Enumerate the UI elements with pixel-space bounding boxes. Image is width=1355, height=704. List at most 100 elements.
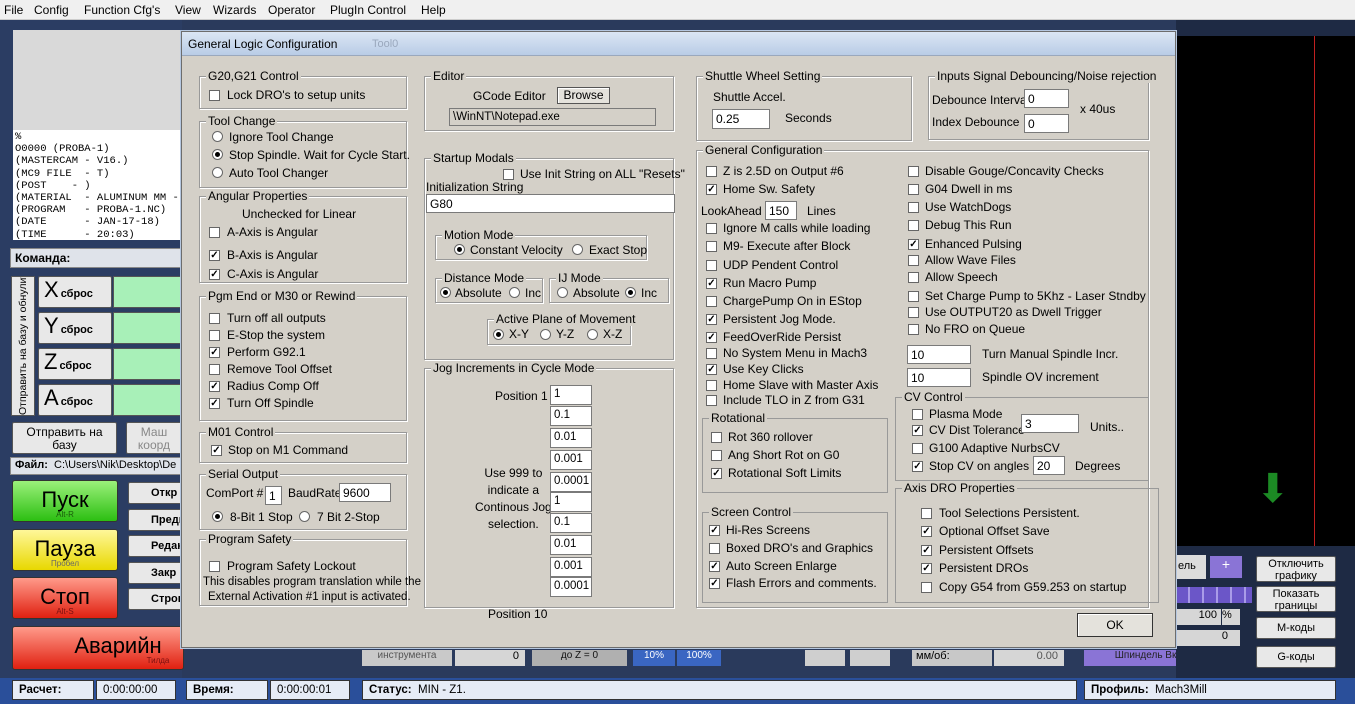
show-bounds-button[interactable]: Показать границы [1256, 586, 1336, 612]
g-codes-button[interactable]: G-коды [1256, 646, 1336, 668]
screen-control-checkbox[interactable]: ✓ [709, 561, 720, 572]
shuttle-accel-input[interactable]: 0.25 [712, 109, 770, 129]
general-option-checkbox[interactable]: ✓ [706, 314, 717, 325]
pause-button[interactable]: Пауза Пробел [12, 529, 118, 571]
general-option-checkbox[interactable]: ✓ [706, 332, 717, 343]
turn-manual-input[interactable]: 10 [907, 345, 971, 364]
angular-axis-checkbox[interactable]: ✓ [209, 269, 220, 280]
lock-dros-checkbox[interactable] [209, 90, 220, 101]
comport-input[interactable]: 1 [265, 486, 282, 505]
constant-velocity-radio[interactable] [454, 244, 465, 255]
browse-button[interactable]: Browse [557, 87, 610, 104]
general-option-checkbox[interactable] [908, 291, 919, 302]
screen-control-checkbox[interactable]: ✓ [709, 525, 720, 536]
general-option-checkbox[interactable] [706, 223, 717, 234]
jog-increment-input[interactable]: 1 [550, 492, 592, 512]
general-option-checkbox[interactable] [706, 296, 717, 307]
jog-increment-input[interactable]: 0.1 [550, 513, 592, 533]
screen-control-checkbox[interactable] [709, 543, 720, 554]
general-option-checkbox[interactable] [908, 272, 919, 283]
pgm-end-checkbox[interactable] [209, 364, 220, 375]
reset-axis-button[interactable]: Yсброс [38, 312, 112, 344]
jog-increment-input[interactable]: 1 [550, 385, 592, 405]
dialog-titlebar[interactable]: General Logic Configuration Tool0 [182, 32, 1175, 56]
reset-axis-button[interactable]: Aсброс [38, 384, 112, 416]
general-option-checkbox[interactable] [706, 260, 717, 271]
jog-increment-input[interactable]: 0.01 [550, 428, 592, 448]
emergency-button[interactable]: Аварийн Тилда [12, 626, 184, 670]
lookahead-input[interactable]: 150 [765, 201, 797, 220]
menu-wizards[interactable]: Wizards [213, 3, 256, 17]
program-button[interactable]: Преды [128, 508, 184, 531]
editor-path-field[interactable]: \WinNT\Notepad.exe [449, 108, 656, 126]
feed-100-button[interactable]: 100% [677, 650, 721, 666]
axis-dro-checkbox[interactable]: ✓ [921, 526, 932, 537]
cv-dist-input[interactable]: 3 [1021, 414, 1079, 433]
plasma-checkbox[interactable] [912, 409, 923, 420]
general-option-checkbox[interactable] [706, 348, 717, 359]
index-debounce-input[interactable]: 0 [1024, 114, 1069, 133]
program-button[interactable]: Строка [128, 588, 184, 610]
general-option-checkbox[interactable]: ✓ [706, 184, 717, 195]
jog-down-button[interactable] [805, 650, 845, 666]
stop-cv-input[interactable]: 20 [1033, 456, 1065, 475]
rotational-checkbox[interactable] [711, 432, 722, 443]
general-option-checkbox[interactable] [908, 324, 919, 335]
jog-down-button-2[interactable] [850, 650, 890, 666]
start-button[interactable]: Пуск Alt-R [12, 480, 118, 522]
general-option-checkbox[interactable] [706, 241, 717, 252]
reset-axis-button[interactable]: Xсброс [38, 276, 112, 308]
general-option-checkbox[interactable] [908, 166, 919, 177]
safety-lockout-checkbox[interactable] [209, 561, 220, 572]
jog-increment-input[interactable]: 0.0001 [550, 577, 592, 597]
angular-axis-checkbox[interactable]: ✓ [209, 250, 220, 261]
ok-button[interactable]: OK [1077, 613, 1153, 637]
tool-change-auto-radio[interactable] [212, 167, 223, 178]
plus-button[interactable]: + [1210, 556, 1242, 578]
8bit-radio[interactable] [212, 511, 223, 522]
gcode-listing[interactable]: % O0000 (PROBA-1) (MASTERCAM - V16.) (MC9 F… [13, 130, 183, 240]
stop-button[interactable]: Стоп Alt-S [12, 577, 118, 619]
disable-graphics-button[interactable]: Отключить графику [1256, 556, 1336, 582]
general-option-checkbox[interactable]: ✓ [706, 278, 717, 289]
general-option-checkbox[interactable] [908, 220, 919, 231]
jog-increment-input[interactable]: 0.1 [550, 406, 592, 426]
program-button[interactable]: Закр [128, 561, 184, 584]
general-option-checkbox[interactable] [908, 184, 919, 195]
machine-coords-button[interactable]: Маш коорд [126, 422, 182, 454]
general-option-checkbox[interactable] [706, 166, 717, 177]
axis-dro-checkbox[interactable]: ✓ [921, 545, 932, 556]
menu-config[interactable]: Config [34, 3, 69, 17]
ref-all-home-button[interactable]: Отправить на базу и обнулить [11, 276, 35, 416]
angular-axis-checkbox[interactable] [209, 227, 220, 238]
pgm-end-checkbox[interactable] [209, 330, 220, 341]
jog-increment-input[interactable]: 0.001 [550, 557, 592, 577]
distance-absolute-radio[interactable] [440, 287, 451, 298]
jog-increment-input[interactable]: 0.0001 [550, 472, 592, 492]
pgm-end-checkbox[interactable] [209, 313, 220, 324]
axis-dro-checkbox[interactable]: ✓ [921, 563, 932, 574]
reset-axis-button[interactable]: Zсброс [38, 348, 112, 380]
program-button[interactable]: Откр [128, 482, 184, 504]
m-codes-button[interactable]: М-коды [1256, 617, 1336, 639]
distance-inc-radio[interactable] [509, 287, 520, 298]
general-option-checkbox[interactable] [706, 380, 717, 391]
general-option-checkbox[interactable] [706, 395, 717, 406]
general-option-checkbox[interactable] [908, 202, 919, 213]
rotational-checkbox[interactable]: ✓ [711, 468, 722, 479]
stop-cv-checkbox[interactable]: ✓ [912, 461, 923, 472]
ij-absolute-radio[interactable] [557, 287, 568, 298]
menu-help[interactable]: Help [421, 3, 446, 17]
ij-inc-radio[interactable] [625, 287, 636, 298]
jog-increment-input[interactable]: 0.001 [550, 450, 592, 470]
menu-function-cfgs[interactable]: Function Cfg's [84, 3, 160, 17]
to-z0-button[interactable]: до Z = 0 [532, 650, 627, 666]
plane-xz-radio[interactable] [587, 329, 598, 340]
menu-plugin-control[interactable]: PlugIn Control [330, 3, 406, 17]
use-init-checkbox[interactable] [503, 169, 514, 180]
stop-m1-checkbox[interactable]: ✓ [211, 445, 222, 456]
rotational-checkbox[interactable] [711, 450, 722, 461]
init-string-input[interactable]: G80 [426, 194, 675, 213]
general-option-checkbox[interactable]: ✓ [706, 364, 717, 375]
tool-change-stop-radio[interactable] [212, 149, 223, 160]
